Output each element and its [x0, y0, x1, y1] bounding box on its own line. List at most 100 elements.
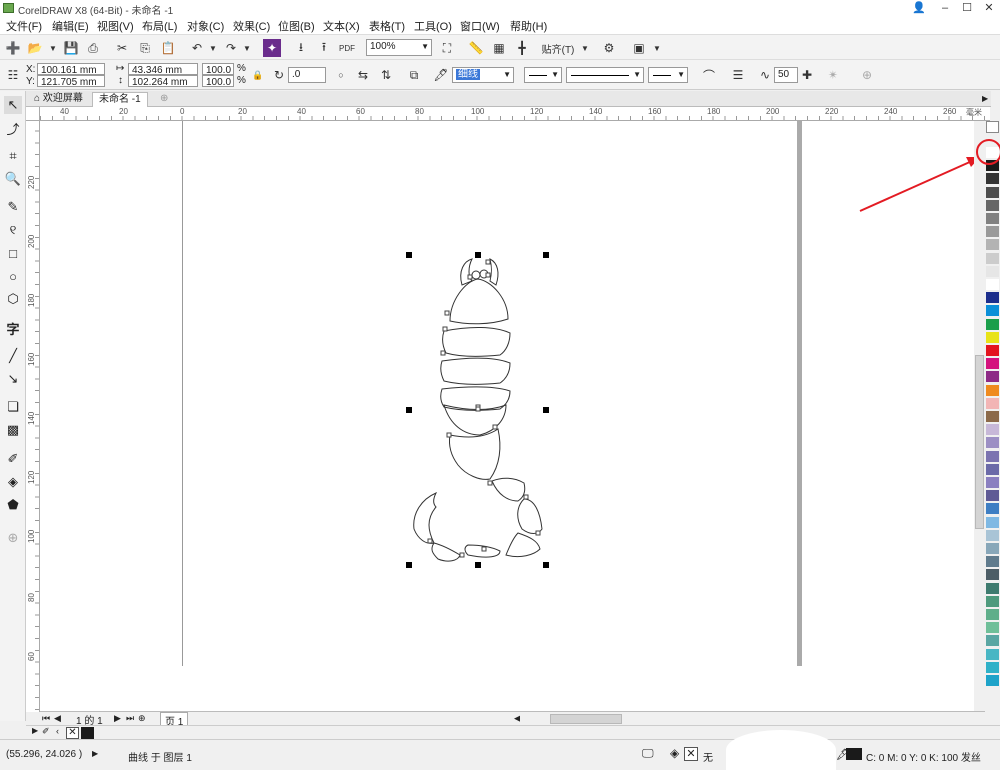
menu-help[interactable]: 帮助(H) — [510, 18, 547, 34]
palette-swatch[interactable] — [986, 437, 999, 450]
search-content-icon[interactable]: ✦ — [263, 39, 281, 57]
scale-x-field[interactable]: 100.0 — [202, 63, 234, 76]
no-color-swatch[interactable]: ✕ — [66, 727, 79, 739]
x-position-field[interactable]: 100.161 mm — [37, 63, 105, 76]
copy-icon[interactable]: ⎘ — [136, 39, 154, 57]
menu-effects[interactable]: 效果(C) — [233, 18, 270, 34]
close-button[interactable]: ✕ — [978, 0, 1000, 16]
new-tab-icon[interactable]: ⊕ — [154, 92, 174, 107]
palette-swatch[interactable] — [986, 516, 999, 529]
polygon-tool-icon[interactable]: ⬡ — [4, 290, 22, 308]
add-page-icon[interactable]: ⊕ — [138, 713, 146, 724]
next-page-icon[interactable]: ▶ — [114, 713, 121, 724]
vertical-ruler[interactable]: 220 200 180 160 140 120 100 80 60 — [26, 107, 40, 712]
paste-icon[interactable]: 📋 — [159, 39, 177, 57]
menu-object[interactable]: 对象(C) — [187, 18, 224, 34]
menu-file[interactable]: 文件(F) — [6, 18, 42, 34]
smart-fill-icon[interactable]: ⬟ — [4, 496, 22, 514]
palette-swatch[interactable] — [986, 252, 999, 265]
ellipse-tool-icon[interactable]: ○ — [4, 267, 22, 285]
crop-tool-icon[interactable]: ⌗ — [4, 147, 22, 165]
menu-table[interactable]: 表格(T) — [369, 18, 405, 34]
menu-edit[interactable]: 编辑(E) — [52, 18, 89, 34]
palette-swatch[interactable] — [986, 305, 999, 318]
palette-menu-icon[interactable]: ▶ — [32, 726, 38, 735]
connector-tool-icon[interactable]: ↘ — [4, 370, 22, 388]
zoom-level-field[interactable]: 100% ▼ — [366, 39, 432, 56]
full-screen-icon[interactable]: ⛶ — [438, 39, 456, 57]
palette-swatch[interactable] — [986, 292, 999, 305]
drawing-canvas[interactable] — [40, 121, 985, 711]
eyedropper-small-icon[interactable]: ✐ — [42, 726, 50, 737]
palette-swatch[interactable] — [986, 490, 999, 503]
palette-swatch[interactable] — [986, 477, 999, 489]
outline-width-select[interactable]: 细线 ▼ — [452, 67, 514, 83]
palette-swatch[interactable] — [986, 226, 999, 239]
palette-swatch[interactable] — [986, 543, 999, 555]
snap-to-button[interactable]: 贴齐(T) — [540, 39, 576, 57]
eyedropper-icon[interactable]: ✐ — [4, 450, 22, 468]
palette-swatch[interactable] — [986, 411, 999, 423]
add-toolbar-icon[interactable]: ⊕ — [858, 66, 876, 84]
palette-swatch[interactable] — [986, 675, 999, 687]
zoom-dropdown-icon[interactable]: ▼ — [421, 40, 429, 54]
palette-swatch[interactable] — [986, 318, 999, 331]
palette-swatch[interactable] — [986, 345, 999, 357]
pick-tool-icon[interactable]: ↖ — [4, 96, 22, 114]
last-page-icon[interactable]: ⏭ — [126, 713, 134, 724]
transparency-icon[interactable]: ▩ — [4, 421, 22, 439]
vertical-scrollbar[interactable] — [974, 121, 985, 711]
open-dropdown-icon[interactable]: ▼ — [44, 39, 62, 57]
horizontal-ruler[interactable]: 40 20 0 20 40 60 80 100 120 140 160 180 … — [40, 107, 990, 121]
palette-swatch[interactable] — [986, 186, 999, 199]
options-gear-icon[interactable]: ⚙ — [600, 39, 618, 57]
first-page-icon[interactable]: ⏮ — [42, 713, 50, 724]
palette-swatch[interactable] — [986, 648, 999, 661]
parallel-dimension-icon[interactable]: ╱ — [4, 347, 22, 365]
line-style-dropdown-icon[interactable]: ▼ — [633, 68, 641, 82]
import-icon[interactable]: ⭳ — [292, 39, 310, 57]
print-icon[interactable]: ⎙ — [84, 39, 102, 57]
drop-shadow-icon[interactable]: ❏ — [4, 398, 22, 416]
palette-swatch[interactable] — [986, 556, 999, 569]
palette-swatch[interactable] — [986, 424, 999, 437]
y-position-field[interactable]: 121.705 mm — [37, 75, 105, 88]
palette-swatch[interactable] — [986, 173, 999, 186]
tab-document[interactable]: 未命名 -1 — [92, 92, 148, 107]
menu-view[interactable]: 视图(V) — [97, 18, 134, 34]
maximize-button[interactable]: ☐ — [956, 0, 978, 16]
palette-swatch[interactable] — [986, 213, 999, 225]
object-origin-icon[interactable]: ☷ — [4, 66, 22, 84]
interactive-fill-icon[interactable]: ◈ — [4, 473, 22, 491]
status-expand-icon[interactable]: ▶ — [92, 749, 98, 758]
shape-tool-icon[interactable]: ⤴ — [4, 119, 22, 137]
save-icon[interactable]: 💾 — [62, 39, 80, 57]
palette-swatch[interactable] — [986, 279, 999, 291]
palette-swatch[interactable] — [986, 331, 999, 344]
palette-swatch[interactable] — [986, 199, 999, 212]
palette-swatch[interactable] — [986, 397, 999, 410]
docker-expand-icon[interactable]: ▶ — [976, 92, 994, 107]
palette-swatch[interactable] — [986, 595, 999, 608]
undo-dropdown-icon[interactable]: ▼ — [204, 39, 222, 57]
account-icon[interactable]: 👤 — [908, 0, 930, 16]
lock-ratio-icon[interactable]: 🔒 — [249, 66, 267, 84]
palette-swatch[interactable] — [986, 463, 999, 476]
ruler-origin[interactable] — [26, 107, 40, 121]
zoom-tool-icon[interactable]: 🔍 — [4, 170, 22, 188]
snap-dropdown-icon[interactable]: ▼ — [576, 39, 594, 57]
end-arrow-select[interactable]: ▼ — [648, 67, 688, 83]
palette-swatch[interactable] — [986, 384, 999, 397]
horizontal-scroll-thumb[interactable] — [550, 714, 622, 724]
minimize-button[interactable]: – — [934, 0, 956, 16]
menu-tools[interactable]: 工具(O) — [414, 18, 452, 34]
no-color-palette-swatch[interactable] — [986, 121, 999, 133]
publish-pdf-icon[interactable]: PDF — [338, 39, 356, 57]
artistic-media-icon[interactable]: ୧ — [4, 221, 22, 239]
redo-dropdown-icon[interactable]: ▼ — [238, 39, 256, 57]
palette-swatch[interactable] — [986, 609, 999, 621]
application-launcher-icon[interactable]: ▣ — [630, 39, 648, 57]
black-swatch[interactable] — [81, 727, 94, 739]
line-style-select[interactable]: ▼ — [566, 67, 644, 83]
export-icon[interactable]: ⭱ — [315, 39, 333, 57]
